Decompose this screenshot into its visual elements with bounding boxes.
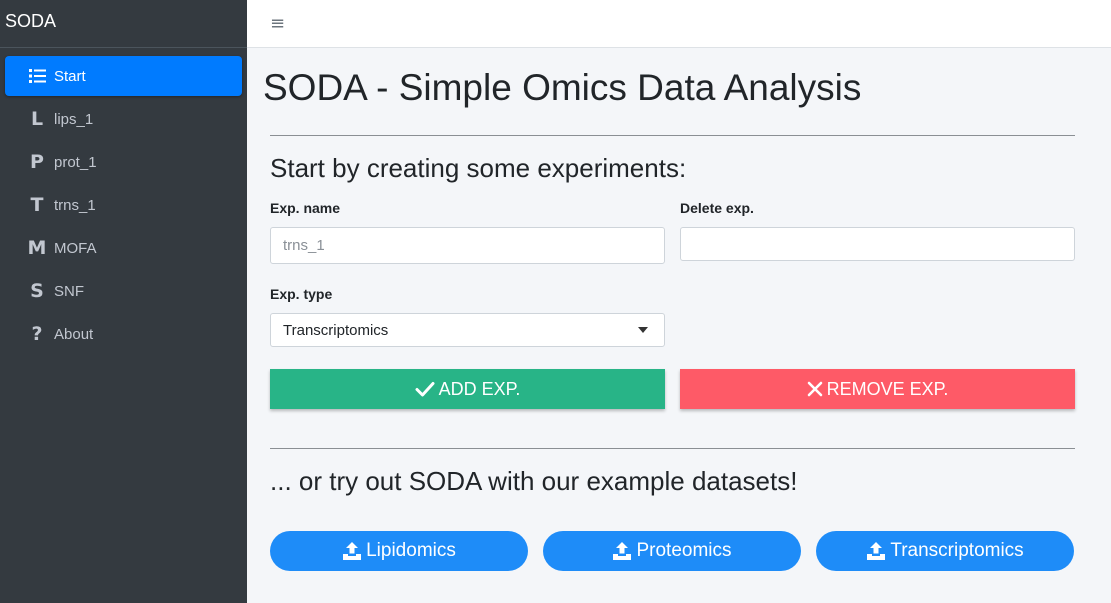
sidebar-item-mofa[interactable]: M MOFA — [5, 228, 242, 268]
upload-icon — [867, 542, 886, 560]
brand-title[interactable]: SODA — [0, 0, 247, 48]
proteomics-example-button[interactable]: Proteomics — [543, 531, 801, 571]
sidebar: SODA Start L lips_1 P prot_1 T trns_1 M — [0, 0, 247, 603]
sidebar-item-trns-1[interactable]: T trns_1 — [5, 185, 242, 225]
caret-down-icon — [638, 327, 648, 333]
close-icon — [807, 381, 822, 397]
question-icon: ? — [31, 323, 43, 345]
delete-exp-label: Delete exp. — [680, 200, 754, 216]
example-button-label: Lipidomics — [366, 540, 456, 561]
sidebar-item-label: prot_1 — [54, 153, 97, 171]
exp-type-selected-value: Transcriptomics — [283, 321, 389, 339]
add-exp-button[interactable]: ADD EXP. — [270, 369, 665, 409]
sidebar-item-snf[interactable]: S SNF — [5, 271, 242, 311]
sidebar-item-label: lips_1 — [54, 110, 94, 128]
lipidomics-example-button[interactable]: Lipidomics — [270, 531, 528, 571]
sidebar-item-start[interactable]: Start — [5, 56, 242, 96]
letter-t-icon: T — [30, 194, 44, 216]
sidebar-item-label: About — [54, 325, 94, 343]
sidebar-item-label: Start — [54, 67, 86, 85]
sidebar-item-prot-1[interactable]: P prot_1 — [5, 142, 242, 182]
check-icon — [415, 382, 435, 397]
exp-name-label: Exp. name — [270, 200, 341, 216]
letter-m-icon: M — [27, 237, 47, 259]
upload-icon — [343, 542, 362, 560]
main-content: SODA - Simple Omics Data Analysis Start … — [247, 49, 1111, 603]
top-header: ≡ — [247, 0, 1111, 48]
divider — [270, 135, 1075, 136]
sidebar-nav: Start L lips_1 P prot_1 T trns_1 M MOFA … — [0, 48, 247, 354]
example-button-label: Proteomics — [636, 540, 732, 561]
list-icon — [27, 69, 47, 83]
sidebar-item-label: SNF — [54, 282, 84, 300]
remove-exp-button[interactable]: REMOVE EXP. — [680, 369, 1075, 409]
letter-l-icon: L — [30, 108, 44, 130]
exp-type-label: Exp. type — [270, 286, 333, 302]
delete-exp-input[interactable] — [680, 227, 1075, 261]
page-title: SODA - Simple Omics Data Analysis — [263, 67, 862, 108]
divider — [270, 448, 1075, 449]
letter-s-icon: S — [30, 280, 44, 302]
example-button-label: Transcriptomics — [890, 540, 1024, 561]
letter-p-icon: P — [30, 151, 44, 173]
example-datasets-heading: ... or try out SODA with our example dat… — [270, 466, 798, 496]
exp-name-input[interactable] — [270, 227, 665, 264]
exp-type-select[interactable]: Transcriptomics — [270, 313, 665, 347]
sidebar-item-lips-1[interactable]: L lips_1 — [5, 99, 242, 139]
hamburger-menu-icon[interactable]: ≡ — [270, 13, 285, 34]
create-experiments-heading: Start by creating some experiments: — [270, 153, 687, 183]
sidebar-item-label: trns_1 — [54, 196, 96, 214]
remove-exp-label: REMOVE EXP. — [826, 378, 949, 399]
sidebar-item-label: MOFA — [54, 239, 97, 257]
sidebar-item-about[interactable]: ? About — [5, 314, 242, 354]
add-exp-label: ADD EXP. — [438, 378, 521, 399]
transcriptomics-example-button[interactable]: Transcriptomics — [816, 531, 1074, 571]
upload-icon — [613, 542, 632, 560]
